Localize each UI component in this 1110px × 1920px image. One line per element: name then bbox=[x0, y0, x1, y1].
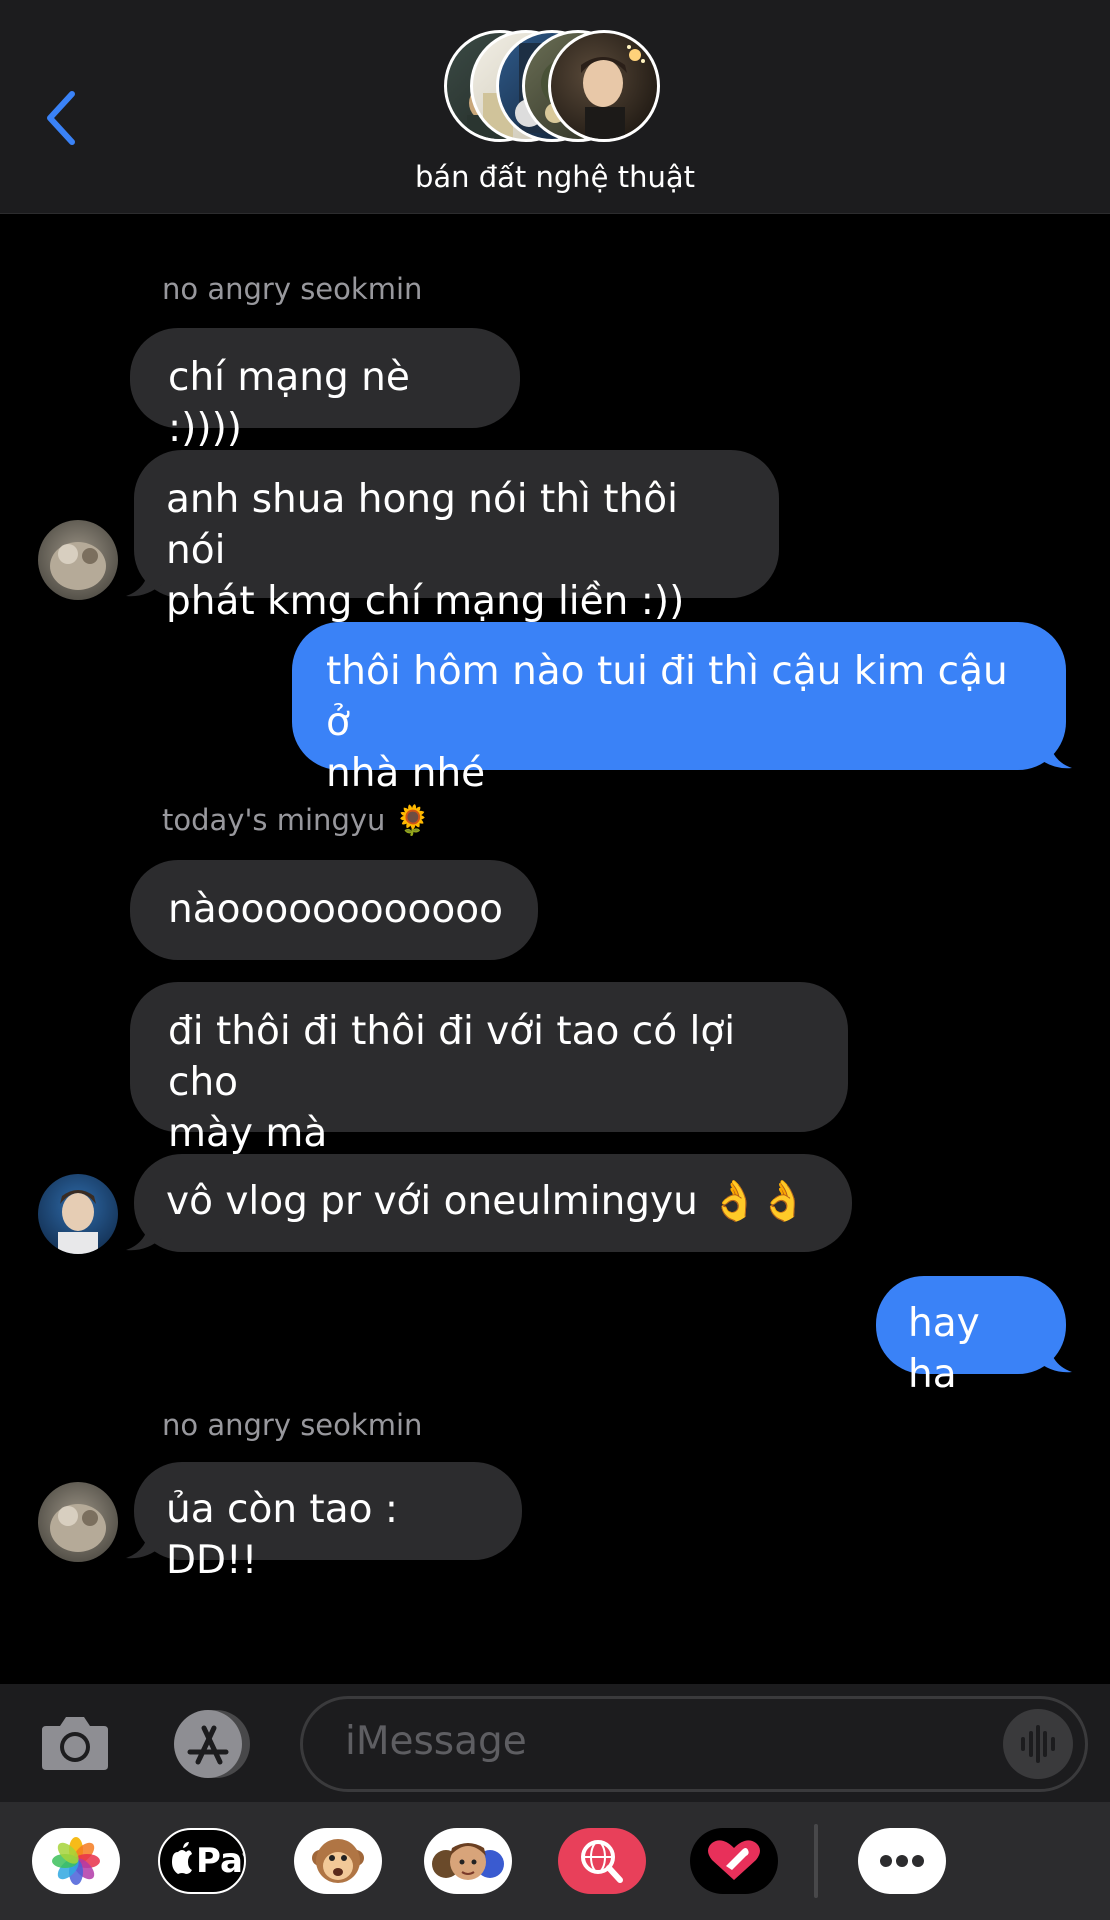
incoming-message[interactable]: anh shua hong nói thì thôi nói phát kmg … bbox=[134, 450, 779, 624]
bubble-tail bbox=[126, 1212, 162, 1251]
message-text: nhà nhé bbox=[326, 751, 486, 796]
imessage-app-drawer: Pay bbox=[0, 1802, 1110, 1920]
sender-avatar[interactable] bbox=[38, 1482, 118, 1562]
photos-app-button[interactable] bbox=[32, 1828, 120, 1894]
member-avatar bbox=[548, 30, 660, 142]
chevron-left-icon bbox=[47, 91, 75, 145]
app-store-button[interactable] bbox=[168, 1708, 258, 1780]
incoming-message[interactable]: vô vlog pr với oneulmingyu 👌👌 bbox=[134, 1154, 852, 1252]
group-avatar-stack[interactable] bbox=[444, 30, 674, 146]
bubble-tail bbox=[1036, 1334, 1072, 1373]
web-search-app-button[interactable] bbox=[558, 1828, 646, 1894]
waveform-icon bbox=[1021, 1725, 1055, 1763]
message-text: hay ha bbox=[908, 1301, 980, 1397]
message-text: anh shua hong nói thì thôi nói bbox=[166, 477, 678, 573]
message-text: thôi hôm nào tui đi thì cậu kim cậu ở bbox=[326, 649, 1008, 745]
chat-header: bán đất nghệ thuật bbox=[0, 0, 1110, 214]
digital-touch-icon bbox=[708, 1840, 760, 1880]
voice-input-button[interactable] bbox=[1003, 1709, 1073, 1779]
memoji-app-button[interactable] bbox=[424, 1828, 512, 1894]
message-text: mày mà bbox=[168, 1111, 328, 1156]
message-text: ủa còn tao : DD!! bbox=[166, 1487, 399, 1583]
bubble-tail bbox=[126, 558, 162, 597]
incoming-message[interactable]: ủa còn tao : DD!! bbox=[134, 1462, 522, 1583]
apple-pay-app-button[interactable]: Pay bbox=[158, 1828, 246, 1894]
message-text: nàoooooooooooo bbox=[168, 887, 503, 932]
incoming-message[interactable]: đi thôi đi thôi đi với tao có lợi cho mà… bbox=[130, 982, 848, 1156]
camera-icon bbox=[42, 1717, 108, 1770]
animoji-app-button[interactable] bbox=[294, 1828, 382, 1894]
more-apps-button[interactable] bbox=[858, 1828, 946, 1894]
sender-avatar[interactable] bbox=[38, 520, 118, 600]
bubble-tail bbox=[126, 1520, 162, 1559]
drawer-divider bbox=[814, 1824, 818, 1898]
animoji-monkey-icon bbox=[312, 1839, 364, 1883]
memoji-icon bbox=[432, 1843, 504, 1880]
group-name[interactable]: bán đất nghệ thuật bbox=[0, 160, 1110, 194]
sender-name: no angry seokmin bbox=[162, 272, 423, 306]
more-apps-icon bbox=[880, 1855, 924, 1867]
incoming-message[interactable]: nàoooooooooooo bbox=[130, 860, 538, 960]
message-placeholder: iMessage bbox=[345, 1719, 527, 1764]
sender-avatar[interactable] bbox=[38, 1174, 118, 1254]
compose-bar: iMessage bbox=[0, 1684, 1110, 1802]
digital-touch-app-button[interactable] bbox=[690, 1828, 778, 1894]
message-text: đi thôi đi thôi đi với tao có lợi cho bbox=[168, 1009, 736, 1105]
camera-button[interactable] bbox=[40, 1712, 110, 1772]
app-store-icon bbox=[174, 1710, 250, 1778]
sender-name: today's mingyu 🌻 bbox=[162, 803, 431, 837]
photos-icon bbox=[52, 1837, 100, 1885]
incoming-message[interactable]: chí mạng nè :)))) bbox=[130, 328, 520, 451]
message-text: chí mạng nè :)))) bbox=[168, 355, 410, 451]
sender-name: no angry seokmin bbox=[162, 1408, 423, 1442]
bubble-tail bbox=[1036, 730, 1072, 769]
message-input[interactable]: iMessage bbox=[300, 1696, 1088, 1792]
outgoing-message[interactable]: thôi hôm nào tui đi thì cậu kim cậu ở nh… bbox=[292, 622, 1066, 796]
message-text: vô vlog pr với oneulmingyu 👌👌 bbox=[166, 1179, 808, 1224]
back-button[interactable] bbox=[40, 88, 84, 148]
apple-pay-label: Pay bbox=[196, 1841, 244, 1881]
message-text: phát kmg chí mạng liền :)) bbox=[166, 579, 685, 624]
web-search-icon bbox=[581, 1840, 623, 1883]
